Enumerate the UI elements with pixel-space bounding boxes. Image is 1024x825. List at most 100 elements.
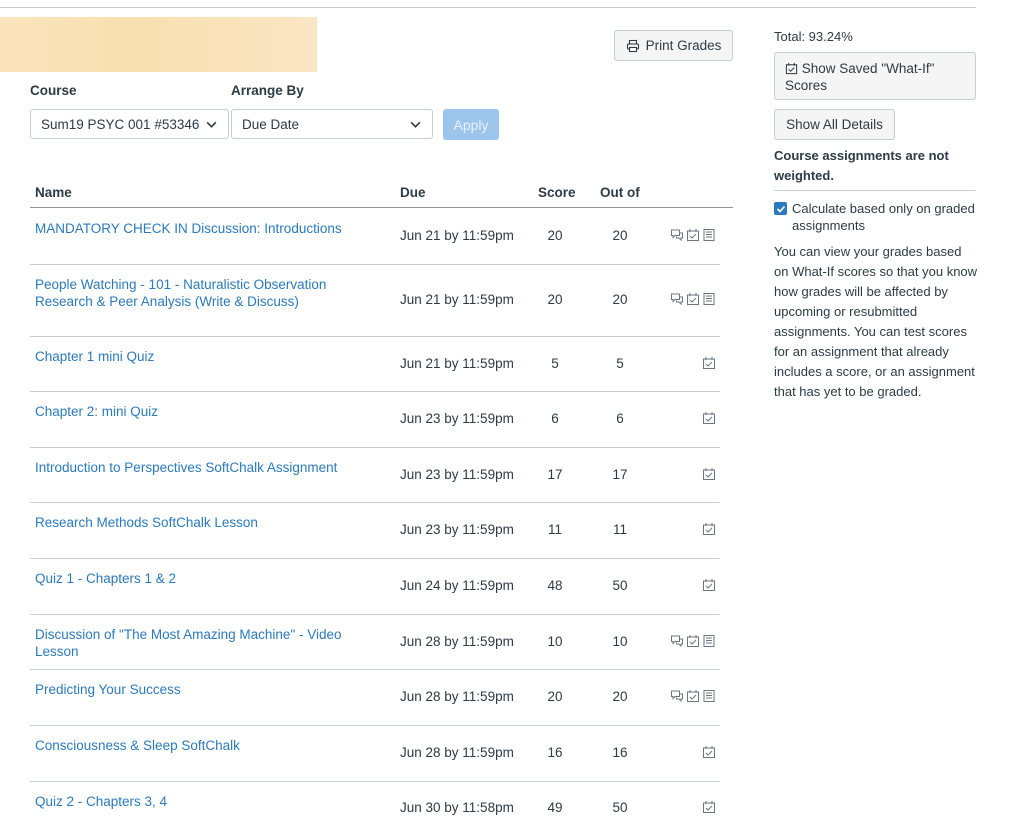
arrange-by-select-value: Due Date	[242, 116, 300, 132]
score-value[interactable]: 20	[535, 689, 575, 704]
checkmark-icon	[776, 205, 785, 213]
comments-icon[interactable]	[670, 689, 684, 703]
print-grades-button[interactable]: Print Grades	[614, 30, 733, 61]
course-select[interactable]: Sum19 PSYC 001 #53346	[30, 109, 229, 139]
points-possible: 20	[612, 228, 628, 243]
whatif-icon[interactable]	[702, 522, 716, 536]
rubric-icon[interactable]	[702, 228, 716, 242]
table-row: Predicting Your Success Jun 28 by 11:59pm…	[30, 669, 720, 726]
show-saved-whatif-label: Show Saved "What-If" Scores	[785, 61, 935, 93]
assignment-link[interactable]: Predicting Your Success	[35, 681, 385, 698]
due-date: Jun 30 by 11:58pm	[400, 800, 514, 815]
score-value[interactable]: 20	[535, 228, 575, 243]
table-row: MANDATORY CHECK IN Discussion: Introduct…	[30, 208, 720, 265]
row-action-icons	[670, 292, 716, 306]
table-row: Introduction to Perspectives SoftChalk A…	[30, 447, 720, 503]
sidebar-divider	[774, 190, 976, 191]
table-row: Consciousness & Sleep SoftChalk Jun 28 by…	[30, 725, 720, 782]
whatif-icon[interactable]	[686, 228, 700, 242]
whatif-icon[interactable]	[702, 578, 716, 592]
whatif-icon[interactable]	[686, 634, 700, 648]
points-possible: 5	[616, 356, 624, 371]
score-value[interactable]: 20	[535, 292, 575, 307]
assignment-link[interactable]: Chapter 2: mini Quiz	[35, 403, 385, 420]
score-value[interactable]: 6	[535, 411, 575, 426]
whatif-icon[interactable]	[702, 745, 716, 759]
table-row: Quiz 2 - Chapters 3, 4 Jun 30 by 11:58pm 4…	[30, 781, 720, 825]
score-value[interactable]: 5	[535, 356, 575, 371]
due-date: Jun 23 by 11:59pm	[400, 467, 514, 482]
row-action-icons	[670, 228, 716, 242]
row-action-icons	[702, 745, 716, 759]
whatif-icon[interactable]	[686, 292, 700, 306]
arrange-by-label: Arrange By	[231, 83, 304, 98]
assignment-link[interactable]: Introduction to Perspectives SoftChalk A…	[35, 459, 385, 476]
points-possible: 20	[612, 689, 628, 704]
row-action-icons	[702, 800, 716, 814]
table-row: Research Methods SoftChalk Lesson Jun 23 …	[30, 502, 720, 559]
comments-icon[interactable]	[670, 228, 684, 242]
assignment-link[interactable]: Quiz 2 - Chapters 3, 4	[35, 793, 385, 810]
whatif-icon[interactable]	[702, 800, 716, 814]
due-date: Jun 21 by 11:59pm	[400, 292, 514, 307]
points-possible: 16	[612, 745, 628, 760]
printer-icon	[626, 39, 639, 52]
score-value[interactable]: 48	[535, 578, 575, 593]
score-value[interactable]: 17	[535, 467, 575, 482]
due-date: Jun 21 by 11:59pm	[400, 356, 514, 371]
score-value[interactable]: 10	[535, 634, 575, 649]
rubric-icon[interactable]	[702, 292, 716, 306]
calculate-graded-checkbox[interactable]	[774, 202, 787, 215]
rubric-icon[interactable]	[702, 634, 716, 648]
points-possible: 6	[616, 411, 624, 426]
student-name-banner	[0, 17, 317, 72]
row-action-icons	[702, 578, 716, 592]
course-select-value: Sum19 PSYC 001 #53346	[41, 116, 200, 132]
comments-icon[interactable]	[670, 292, 684, 306]
points-possible: 10	[612, 634, 628, 649]
due-date: Jun 28 by 11:59pm	[400, 634, 514, 649]
points-possible: 17	[612, 467, 628, 482]
due-date: Jun 23 by 11:59pm	[400, 411, 514, 426]
whatif-icon[interactable]	[702, 467, 716, 481]
score-value[interactable]: 16	[535, 745, 575, 760]
calculate-graded-label: Calculate based only on graded assignmen…	[792, 201, 975, 233]
chevron-down-icon	[410, 121, 421, 128]
arrange-by-select[interactable]: Due Date	[231, 109, 433, 139]
calculate-graded-option[interactable]: Calculate based only on graded assignmen…	[774, 200, 979, 234]
score-value[interactable]: 49	[535, 800, 575, 815]
assignment-link[interactable]: Quiz 1 - Chapters 1 & 2	[35, 570, 385, 587]
points-possible: 11	[612, 522, 627, 537]
whatif-icon[interactable]	[686, 689, 700, 703]
assignment-link[interactable]: Discussion of "The Most Amazing Machine"…	[35, 626, 385, 660]
due-date: Jun 28 by 11:59pm	[400, 745, 514, 760]
score-value[interactable]: 11	[535, 522, 575, 537]
whatif-icon[interactable]	[702, 356, 716, 370]
apply-button[interactable]: Apply	[443, 109, 499, 140]
whatif-icon[interactable]	[702, 411, 716, 425]
total-grade: Total: 93.24%	[774, 29, 853, 44]
due-date: Jun 28 by 11:59pm	[400, 689, 514, 704]
row-action-icons	[702, 467, 716, 481]
due-date: Jun 21 by 11:59pm	[400, 228, 514, 243]
whatif-icon	[785, 62, 798, 75]
show-all-details-button[interactable]: Show All Details	[774, 109, 895, 140]
comments-icon[interactable]	[670, 634, 684, 648]
column-header-due[interactable]: Due	[400, 185, 426, 200]
print-grades-label: Print Grades	[645, 38, 722, 53]
table-row: Chapter 1 mini Quiz Jun 21 by 11:59pm 5 5	[30, 336, 720, 392]
assignment-link[interactable]: Research Methods SoftChalk Lesson	[35, 514, 385, 531]
rubric-icon[interactable]	[702, 689, 716, 703]
column-header-out-of[interactable]: Out of	[600, 185, 640, 200]
assignment-link[interactable]: Consciousness & Sleep SoftChalk	[35, 737, 385, 754]
column-header-name[interactable]: Name	[35, 185, 72, 200]
points-possible: 50	[612, 578, 628, 593]
whatif-help-text: You can view your grades based on What-I…	[774, 244, 978, 399]
show-saved-whatif-button[interactable]: Show Saved "What-If" Scores	[774, 52, 976, 100]
table-row: Discussion of "The Most Amazing Machine"…	[30, 614, 720, 670]
assignment-link[interactable]: MANDATORY CHECK IN Discussion: Introduct…	[35, 220, 385, 237]
column-header-score[interactable]: Score	[538, 185, 576, 200]
assignment-link[interactable]: People Watching - 101 - Naturalistic Obs…	[35, 276, 385, 310]
assignment-link[interactable]: Chapter 1 mini Quiz	[35, 348, 385, 365]
top-divider	[0, 7, 976, 8]
